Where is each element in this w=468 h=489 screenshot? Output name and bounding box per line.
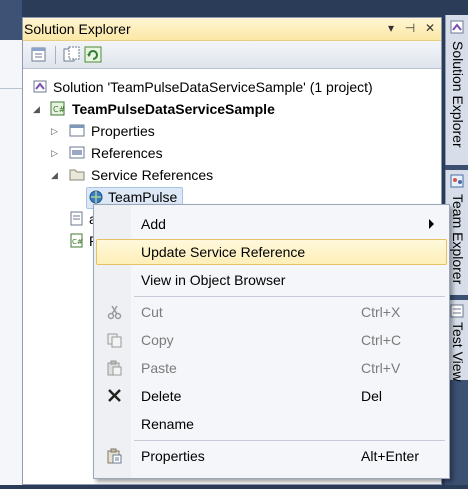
dock-tab-label: Solution Explorer bbox=[450, 41, 466, 148]
menu-item-label: Delete bbox=[141, 388, 182, 404]
menu-item-label: Cut bbox=[141, 304, 163, 320]
tree-item-service-references[interactable]: ◢ Service References bbox=[51, 165, 351, 185]
menu-item-label: Paste bbox=[141, 360, 177, 376]
properties-icon bbox=[107, 448, 122, 464]
menu-item-label: View in Object Browser bbox=[141, 272, 286, 288]
menu-item-paste[interactable]: Paste Ctrl+V bbox=[96, 355, 447, 381]
csharp-file-icon: C# bbox=[70, 233, 83, 248]
close-icon[interactable]: ✕ bbox=[423, 21, 437, 35]
menu-item-add[interactable]: Add bbox=[96, 211, 447, 237]
delete-x-icon bbox=[108, 389, 121, 402]
collapse-arrow-icon[interactable]: ◢ bbox=[33, 104, 40, 115]
dock-tab-label: Test View bbox=[450, 322, 466, 382]
team-explorer-tab-icon bbox=[450, 174, 464, 188]
tree-item-references[interactable]: ▷ References bbox=[51, 143, 351, 163]
copy-icon bbox=[107, 333, 122, 348]
service-references-label: Service References bbox=[91, 167, 214, 183]
menu-item-label: Properties bbox=[141, 448, 205, 464]
menu-item-label: Add bbox=[141, 216, 166, 232]
dock-tab-label: Team Explorer bbox=[450, 194, 466, 285]
properties-toolbar-icon[interactable] bbox=[30, 46, 48, 63]
window-position-dropdown-icon[interactable]: ▾ bbox=[384, 21, 398, 35]
solution-label: Solution 'TeamPulseDataServiceSample' (1… bbox=[53, 79, 373, 95]
menu-item-shortcut: Ctrl+X bbox=[361, 304, 401, 320]
menu-item-properties[interactable]: Properties Alt+Enter bbox=[96, 443, 447, 469]
menu-item-update-service-reference[interactable]: Update Service Reference bbox=[96, 239, 447, 265]
toolbar-separator bbox=[55, 46, 56, 64]
solution-explorer-toolbar bbox=[23, 41, 441, 69]
folder-icon bbox=[69, 169, 85, 181]
menu-separator bbox=[134, 440, 445, 441]
csharp-project-icon: C# bbox=[50, 101, 66, 116]
submenu-arrow-icon bbox=[429, 219, 434, 229]
solution-explorer-tab-icon bbox=[450, 20, 464, 34]
project-label: TeamPulseDataServiceSample bbox=[72, 101, 275, 117]
menu-item-rename[interactable]: Rename bbox=[96, 411, 447, 437]
menu-item-delete[interactable]: Delete Del bbox=[96, 383, 447, 409]
scissors-icon bbox=[107, 305, 122, 320]
menu-item-shortcut: Ctrl+V bbox=[361, 360, 401, 376]
tree-item-properties[interactable]: ▷ Properties bbox=[51, 121, 351, 141]
solution-icon bbox=[33, 80, 47, 93]
service-reference-icon bbox=[89, 190, 103, 204]
svg-text:C#: C# bbox=[72, 238, 83, 246]
config-file-icon bbox=[70, 211, 83, 226]
expand-arrow-icon[interactable]: ▷ bbox=[51, 148, 58, 159]
solution-explorer-titlebar: Solution Explorer ▾ ⊣ ✕ bbox=[23, 18, 441, 41]
properties-label: Properties bbox=[91, 123, 155, 139]
refresh-icon[interactable] bbox=[84, 46, 102, 63]
menu-item-shortcut: Ctrl+C bbox=[361, 332, 402, 348]
auto-hide-pin-icon[interactable]: ⊣ bbox=[403, 21, 417, 35]
menu-item-shortcut: Del bbox=[361, 388, 383, 404]
menu-item-label: Rename bbox=[141, 416, 194, 432]
properties-folder-icon bbox=[69, 124, 85, 137]
test-view-tab-icon bbox=[450, 304, 464, 318]
menu-item-view-in-object-browser[interactable]: View in Object Browser bbox=[96, 267, 447, 293]
left-panel-edge bbox=[0, 40, 23, 485]
svg-text:C#: C# bbox=[53, 105, 66, 114]
menu-item-copy[interactable]: Copy Ctrl+C bbox=[96, 327, 447, 353]
menu-separator bbox=[134, 296, 445, 297]
show-all-files-icon[interactable] bbox=[63, 46, 81, 63]
menu-item-label: Update Service Reference bbox=[141, 244, 306, 260]
references-label: References bbox=[91, 145, 163, 161]
collapse-arrow-icon[interactable]: ◢ bbox=[51, 170, 58, 181]
context-menu: Add Update Service Reference View in Obj… bbox=[93, 204, 450, 479]
left-panel-divider bbox=[0, 88, 22, 89]
menu-item-label: Copy bbox=[141, 332, 174, 348]
left-ide-edge bbox=[0, 0, 23, 485]
menu-item-cut[interactable]: Cut Ctrl+X bbox=[96, 299, 447, 325]
tree-item-solution[interactable]: Solution 'TeamPulseDataServiceSample' (1… bbox=[33, 77, 423, 97]
teampulse-label: TeamPulse bbox=[108, 189, 178, 205]
paste-icon bbox=[107, 360, 122, 376]
expand-arrow-icon[interactable]: ▷ bbox=[51, 126, 58, 137]
references-folder-icon bbox=[69, 146, 85, 159]
tree-item-project[interactable]: ◢ C# TeamPulseDataServiceSample bbox=[33, 99, 423, 119]
dock-tab-solution-explorer[interactable]: Solution Explorer bbox=[445, 15, 468, 165]
menu-item-shortcut: Alt+Enter bbox=[361, 448, 419, 464]
panel-title: Solution Explorer bbox=[24, 21, 131, 37]
